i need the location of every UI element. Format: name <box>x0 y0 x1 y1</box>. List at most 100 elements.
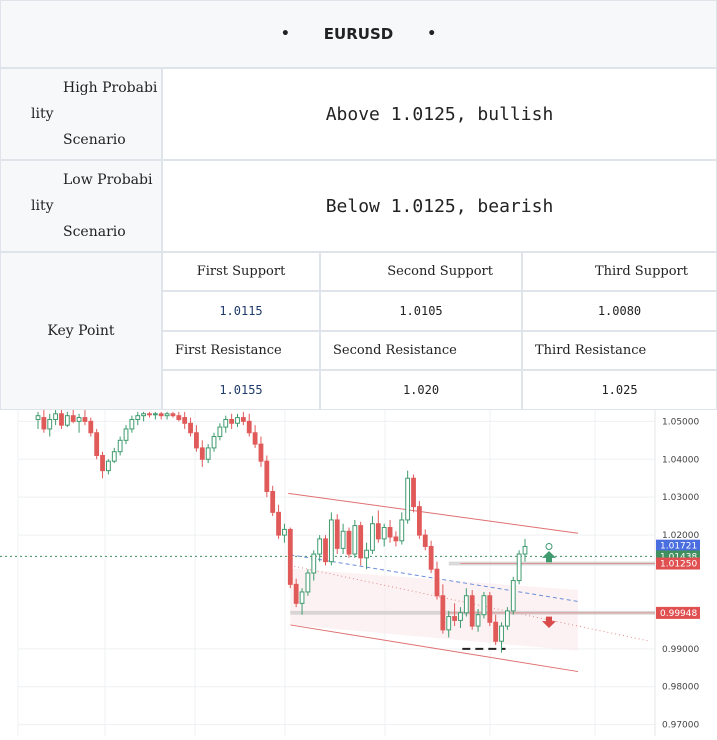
low-probability-label: Low Probabi lity Scenario <box>0 160 162 252</box>
candle-body <box>499 625 504 642</box>
y-tick-label: 1.05000 <box>662 417 699 427</box>
candle <box>405 470 411 524</box>
candle-body <box>199 447 205 460</box>
price-tag: 0.99948 <box>656 606 700 619</box>
price-tag-label: 1.01721 <box>660 542 697 552</box>
price-tag: 1.01250 <box>656 557 700 570</box>
candle-body <box>364 549 369 559</box>
candle-body <box>405 477 411 521</box>
candle <box>287 527 293 589</box>
page-title: EURUSD <box>323 25 394 43</box>
candle-body <box>135 415 141 420</box>
candle <box>469 590 475 630</box>
candle-body <box>170 413 176 417</box>
first-support-header: First Support <box>162 252 320 291</box>
candle-body <box>352 525 358 555</box>
candle-body <box>446 616 452 631</box>
candle-body <box>41 417 47 430</box>
candle-body <box>311 553 317 574</box>
candle <box>94 428 100 460</box>
candle <box>411 474 416 513</box>
candle <box>352 519 358 558</box>
candle-body <box>94 432 100 456</box>
candle-body <box>370 523 375 551</box>
candle-body <box>117 439 123 453</box>
y-tick-label: 0.97000 <box>662 721 699 731</box>
candle <box>481 591 487 619</box>
candle-body <box>64 415 70 426</box>
price-tag-label: 1.01250 <box>660 560 697 570</box>
candle <box>416 500 422 539</box>
candle-body <box>458 612 463 621</box>
candle-body <box>428 545 434 570</box>
high-probability-label: High Probabi lity Scenario <box>0 68 162 160</box>
high-label-line-1: High Probabi <box>63 80 158 96</box>
candle-body <box>282 528 287 536</box>
candle-body <box>387 527 393 538</box>
y-tick-label: 1.04000 <box>662 455 699 465</box>
candle-body <box>293 583 299 604</box>
candle-body <box>317 538 323 555</box>
candle-body <box>176 415 182 420</box>
candle-body <box>240 417 246 422</box>
candle-body <box>399 519 405 542</box>
candle-body <box>416 506 422 536</box>
candle <box>510 576 516 615</box>
candle-body <box>469 595 475 627</box>
candle-body <box>481 595 487 616</box>
candle-body <box>522 545 528 555</box>
candle-body <box>100 454 105 472</box>
candle-body <box>88 420 94 434</box>
candle-body <box>217 426 223 438</box>
y-tick-label: 0.98000 <box>662 683 699 693</box>
candle-body <box>211 436 217 449</box>
low-label-line-1: Low Probabi <box>63 172 153 188</box>
candle-body <box>434 568 440 597</box>
candle-body <box>334 519 340 549</box>
candle-body <box>106 460 111 472</box>
candle-body <box>487 595 493 623</box>
candle-body <box>76 417 82 422</box>
high-label-line-2: lity <box>31 106 54 122</box>
candle <box>346 527 352 558</box>
candle <box>487 591 493 627</box>
candle-body <box>152 413 158 416</box>
candle-body <box>305 572 311 593</box>
table-header: • EURUSD • <box>0 0 717 68</box>
candle <box>334 514 340 555</box>
candle-body <box>346 530 352 555</box>
candle <box>328 512 334 566</box>
second-support-header: Second Support <box>320 252 522 291</box>
second-resistance-value: 1.020 <box>320 370 522 410</box>
third-resistance-value: 1.025 <box>522 370 717 410</box>
candle-body <box>223 418 229 428</box>
price-chart: 1.05000 1.04000 1.03000 1.02000 0.99000 0.980… <box>0 408 717 736</box>
candle-body <box>287 528 293 585</box>
candle-body <box>393 536 399 542</box>
candle-body <box>504 610 510 627</box>
candle-body <box>258 443 264 462</box>
candle-body <box>194 432 199 449</box>
candle-body <box>141 413 147 417</box>
high-label-line-3: Scenario <box>63 132 126 148</box>
candle-body <box>475 614 481 627</box>
candle-body <box>323 538 328 563</box>
candle-body <box>53 413 59 420</box>
candle-body <box>264 460 270 492</box>
candle-body <box>147 413 152 416</box>
bullet-left-icon: • <box>280 26 290 42</box>
y-tick-label: 1.03000 <box>662 493 699 503</box>
candle-body <box>381 527 387 540</box>
candle-body <box>70 415 76 422</box>
candle-body <box>111 451 117 462</box>
candle <box>264 455 270 498</box>
candle-body <box>35 415 41 420</box>
candle-body <box>47 418 53 430</box>
candle-body <box>452 616 457 621</box>
candle-body <box>182 417 188 424</box>
second-support-value: 1.0105 <box>320 291 522 331</box>
candle-body <box>510 580 516 612</box>
candle-body <box>328 519 334 563</box>
low-label-line-2: lity <box>31 198 54 214</box>
candle-body <box>276 511 281 536</box>
